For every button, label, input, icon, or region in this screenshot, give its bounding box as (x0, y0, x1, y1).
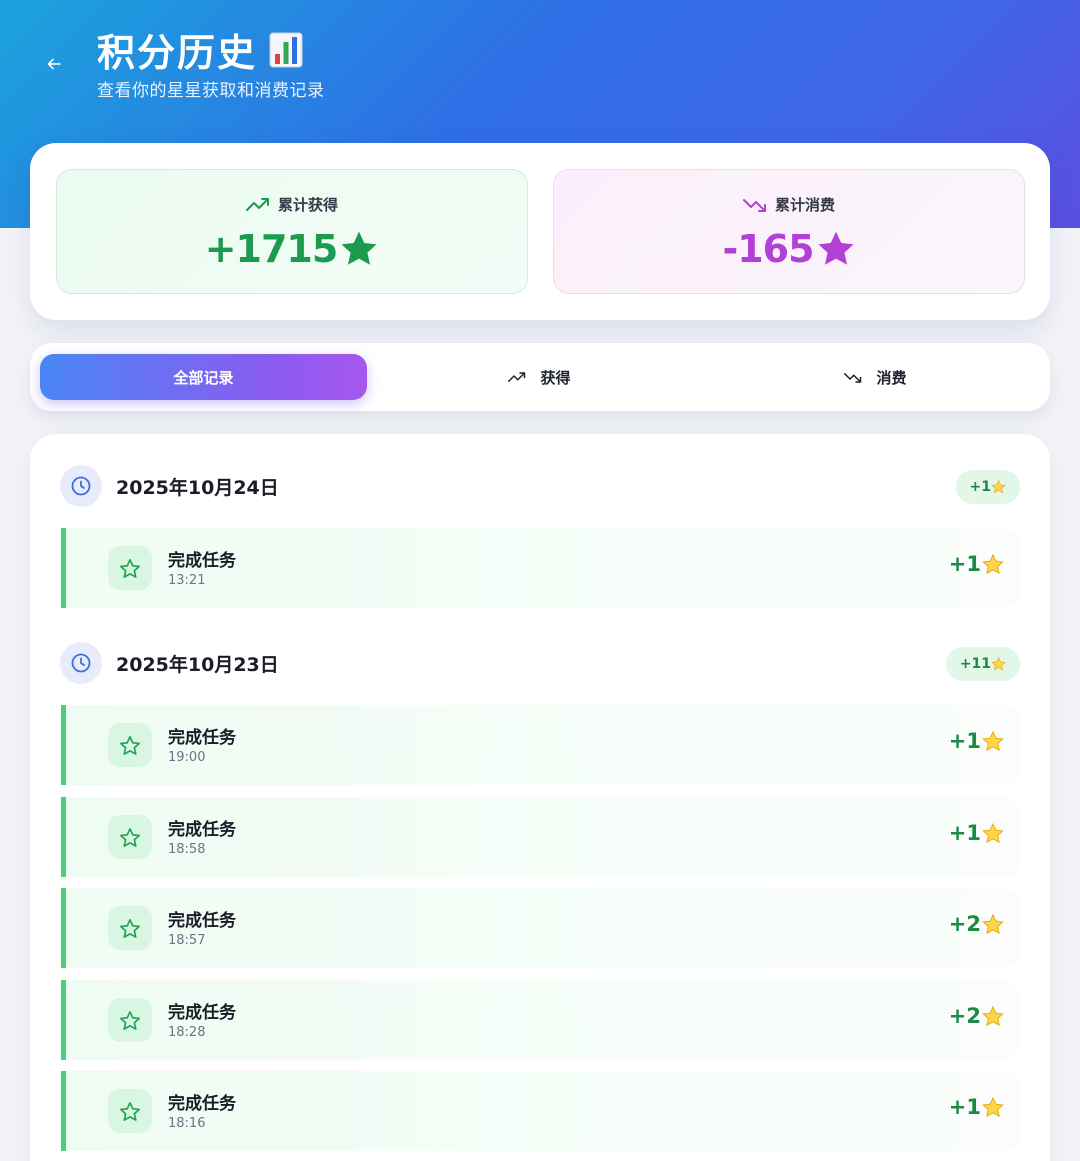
entry-title: 完成任务 (168, 1094, 236, 1114)
trending-up-icon (508, 371, 526, 382)
trending-down-icon (742, 198, 766, 212)
star-outline-icon (108, 998, 152, 1042)
tab-spent-label: 消费 (876, 368, 907, 387)
star-icon (991, 480, 1006, 494)
day-total-badge: +1 (955, 470, 1020, 504)
day-date: 2025年10月23日 (116, 653, 279, 676)
star-icon (982, 1096, 1004, 1117)
clock-icon (60, 465, 102, 507)
day-header: 2025年10月23日 +11 (60, 641, 1020, 685)
list-item[interactable]: 完成任务 13:21 +1 (61, 528, 1020, 608)
entry-amount-value: +1 (948, 552, 981, 576)
star-outline-icon (108, 906, 152, 950)
entry-time: 13:21 (168, 573, 206, 588)
total-earned-label: 累计获得 (277, 196, 338, 214)
bar-chart-icon (269, 32, 303, 68)
star-icon (982, 1005, 1004, 1026)
star-outline-icon (108, 546, 152, 590)
star-icon (818, 231, 854, 265)
entry-amount: +2 (949, 912, 1004, 936)
star-icon (341, 231, 377, 265)
star-icon (982, 913, 1004, 934)
entry-title: 完成任务 (168, 1003, 236, 1023)
entry-amount-value: +1 (948, 821, 981, 845)
tab-earned-label: 获得 (540, 368, 571, 387)
clock-icon (60, 642, 102, 684)
entry-amount-value: +1 (948, 1095, 981, 1119)
total-spent-value: -165 (722, 227, 814, 271)
tab-earned[interactable]: 获得 (376, 354, 703, 400)
entry-time: 18:16 (168, 1116, 206, 1131)
total-earned-value: +1715 (204, 227, 339, 271)
entry-amount-value: +2 (948, 1004, 981, 1028)
list-item[interactable]: 完成任务 18:58 +1 (61, 797, 1020, 877)
entry-amount: +1 (949, 1095, 1004, 1119)
entry-amount: +2 (949, 1004, 1004, 1028)
entry-title: 完成任务 (168, 728, 236, 748)
page-title: 积分历史 (97, 22, 303, 77)
entry-time: 18:28 (168, 1025, 206, 1040)
star-icon (982, 822, 1004, 843)
list-item[interactable]: 完成任务 19:00 +1 (61, 705, 1020, 785)
entry-amount-value: +1 (948, 729, 981, 753)
star-outline-icon (108, 723, 152, 767)
tab-spent[interactable]: 消费 (712, 354, 1039, 400)
entry-amount: +1 (949, 729, 1004, 753)
tab-all-label: 全部记录 (173, 368, 234, 387)
list-item[interactable]: 完成任务 18:57 +2 (61, 888, 1020, 968)
day-header: 2025年10月24日 +1 (60, 464, 1020, 508)
day-total-badge: +11 (945, 647, 1020, 681)
arrow-left-icon (47, 58, 61, 70)
entry-title: 完成任务 (168, 551, 236, 571)
total-earned-panel: 累计获得 +1715 (56, 169, 528, 294)
entry-title: 完成任务 (168, 911, 236, 931)
day-total-value: +1 (969, 479, 991, 495)
list-item[interactable]: 完成任务 18:16 +1 (61, 1071, 1020, 1151)
star-icon (982, 730, 1004, 751)
total-spent-panel: 累计消费 -165 (553, 169, 1025, 294)
tab-all[interactable]: 全部记录 (40, 354, 367, 400)
trending-down-icon (844, 372, 862, 383)
star-icon (982, 553, 1004, 574)
entry-time: 18:57 (168, 933, 206, 948)
history-list: 2025年10月24日 +1 完成任务 13:21 +1 2025年10月23日… (30, 434, 1050, 1161)
entry-time: 18:58 (168, 842, 206, 857)
entry-amount-value: +2 (948, 912, 981, 936)
page-subtitle: 查看你的星星获取和消费记录 (97, 81, 325, 101)
day-date: 2025年10月24日 (116, 476, 279, 499)
filter-tabs: 全部记录 获得 消费 (30, 343, 1050, 411)
back-button[interactable] (40, 50, 68, 78)
star-icon (991, 657, 1006, 671)
summary-card: 累计获得 +1715 累计消费 -165 (30, 143, 1050, 320)
entry-title: 完成任务 (168, 820, 236, 840)
entry-amount: +1 (949, 821, 1004, 845)
list-item[interactable]: 完成任务 18:28 +2 (61, 980, 1020, 1060)
entry-time: 19:00 (168, 750, 206, 765)
trending-up-icon (245, 197, 269, 211)
page-title-text: 积分历史 (97, 31, 258, 75)
day-total-value: +11 (959, 656, 991, 672)
total-spent-label: 累计消费 (774, 196, 835, 214)
star-outline-icon (108, 815, 152, 859)
entry-amount: +1 (949, 552, 1004, 576)
star-outline-icon (108, 1089, 152, 1133)
